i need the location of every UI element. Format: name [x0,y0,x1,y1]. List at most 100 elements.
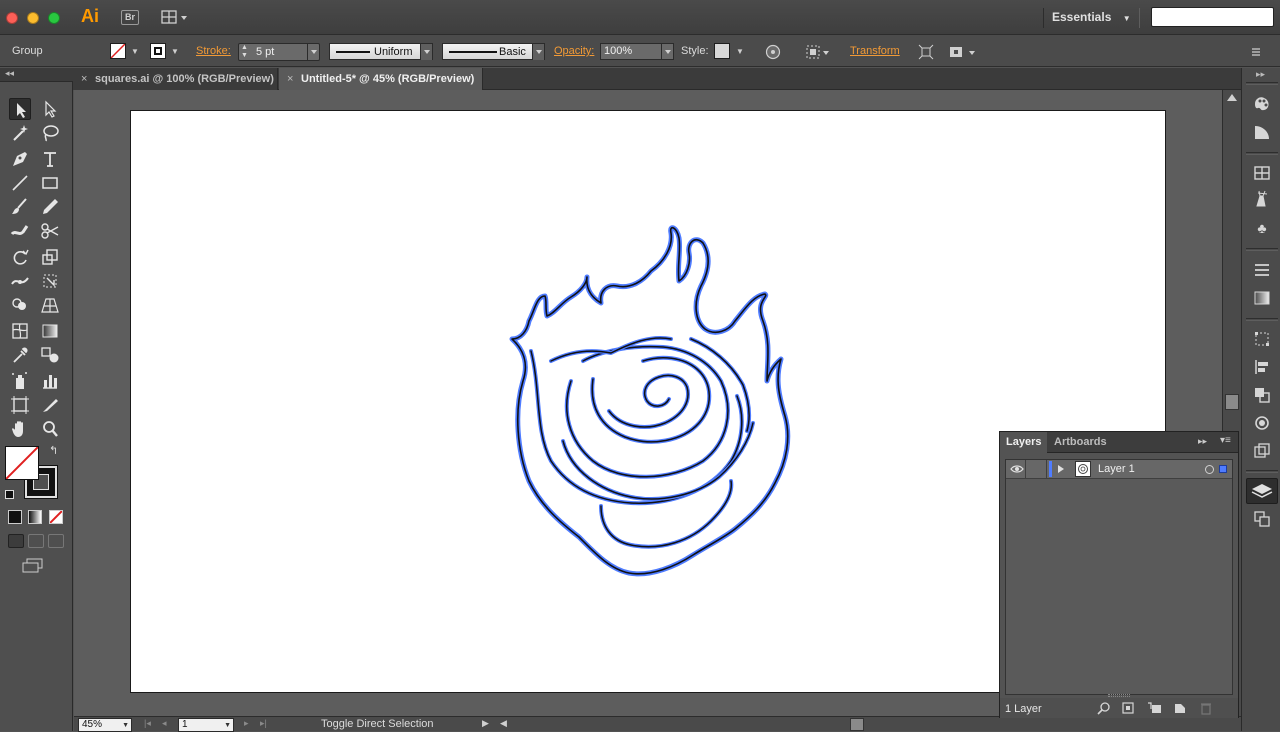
previous-artboard-icon[interactable]: ◂ [162,718,167,729]
first-artboard-icon[interactable]: |◂ [144,718,151,729]
variable-width-profile-dropdown[interactable]: Uniform [329,43,433,60]
appearance-icon[interactable] [1252,414,1272,432]
zoom-tool[interactable] [39,418,61,440]
line-segment-tool[interactable] [9,172,31,194]
selection-indicator-icon[interactable] [1219,465,1227,473]
chevron-down-icon[interactable] [420,44,432,60]
minimize-window-button[interactable] [27,12,39,24]
arrange-documents-button[interactable] [161,10,189,26]
recolor-artwork-icon[interactable] [765,44,781,60]
artboards-panel-icon[interactable] [1252,510,1272,528]
fill-color-box[interactable] [5,446,39,480]
isolate-selected-object-icon[interactable] [918,44,934,60]
perspective-grid-tool[interactable] [39,294,61,316]
tools-panel-header[interactable]: ◂◂ [0,68,73,82]
stroke-swatch[interactable] [150,43,166,59]
zoom-window-button[interactable] [48,12,60,24]
scale-tool[interactable] [39,246,61,268]
blob-brush-tool[interactable] [9,220,31,242]
default-fill-stroke-icon[interactable] [5,490,14,499]
color-guide-icon[interactable] [1252,95,1272,113]
panel-menu-icon[interactable] [1248,44,1264,60]
horizontal-scroll-left-icon[interactable]: ◀ [500,718,507,729]
style-dropdown-arrow[interactable]: ▼ [732,44,748,60]
resize-grip-icon[interactable] [1108,694,1130,697]
make-clipping-mask-icon[interactable] [1121,701,1135,718]
status-menu-arrow-icon[interactable]: ▶ [482,718,489,729]
layer-name[interactable]: Layer 1 [1098,463,1135,475]
transform-panel-link[interactable]: Transform [850,45,900,57]
isolation-mode-icon[interactable] [948,44,978,60]
workspace-switcher[interactable]: Essentials ▼ [1043,8,1140,28]
free-transform-tool[interactable] [39,270,61,292]
create-sublayer-icon[interactable] [1147,701,1163,718]
gradient-mode-button[interactable] [28,510,42,524]
hand-tool[interactable] [9,418,31,440]
shape-builder-tool[interactable] [9,294,31,316]
paintbrush-tool[interactable] [9,196,31,218]
pencil-tool[interactable] [39,196,61,218]
delete-layer-icon[interactable] [1199,701,1213,718]
search-input[interactable] [1151,7,1274,27]
scroll-up-arrow-icon[interactable] [1227,94,1237,101]
align-options-icon[interactable] [806,44,830,60]
close-tab-icon[interactable]: × [81,68,87,90]
layers-panel-dock-button[interactable] [1246,478,1278,504]
lasso-tool[interactable] [39,122,61,144]
selection-tool[interactable] [9,98,31,120]
gradient-panel-icon[interactable] [1252,289,1272,307]
chevron-down-icon[interactable] [307,44,319,60]
none-mode-button[interactable] [49,510,63,524]
lock-toggle[interactable] [1027,460,1047,478]
change-screen-mode-icon[interactable] [22,558,44,574]
chevron-down-icon[interactable]: ▼ [224,720,231,732]
opacity-field[interactable]: 100% [600,43,674,60]
draw-normal-icon[interactable] [8,534,24,548]
locate-object-icon[interactable] [1097,701,1111,718]
eyedropper-tool[interactable] [9,344,31,366]
chevron-down-icon[interactable] [532,44,544,60]
gradient-tool[interactable] [39,320,61,342]
last-artboard-icon[interactable]: ▸| [260,718,267,729]
horizontal-scrollbar-thumb[interactable] [850,718,864,731]
zoom-level-field[interactable]: 45% ▼ [78,718,132,732]
create-new-layer-icon[interactable] [1173,701,1187,718]
swatches-icon[interactable] [1252,164,1272,182]
stroke-panel-icon[interactable] [1252,261,1272,279]
stroke-dropdown-arrow[interactable]: ▼ [167,44,183,60]
align-panel-icon[interactable] [1252,358,1272,376]
blend-tool[interactable] [39,344,61,366]
tab-untitled-5[interactable]: × Untitled-5* @ 45% (RGB/Preview) [279,68,483,90]
slice-tool[interactable] [39,394,61,416]
direct-selection-tool[interactable] [39,98,61,120]
column-graph-tool[interactable] [39,370,61,392]
layer-row[interactable]: Layer 1 [1006,460,1232,479]
stroke-weight-stepper[interactable]: ▲ ▼ 5 pt [238,43,320,61]
symbol-sprayer-tool[interactable] [9,370,31,392]
brushes-icon[interactable] [1252,190,1272,208]
pen-tool[interactable] [9,148,31,170]
pathfinder-icon[interactable] [1252,386,1272,404]
stepper-arrows-icon[interactable]: ▲ ▼ [241,44,248,60]
fill-dropdown-arrow[interactable]: ▼ [127,44,143,60]
brush-definition-dropdown[interactable]: Basic [442,43,545,60]
collapse-panel-icon[interactable]: ◂◂ [5,68,14,79]
mesh-tool[interactable] [9,320,31,342]
tab-artboards[interactable]: Artboards [1048,432,1113,453]
go-to-bridge-button[interactable]: Br [121,10,139,25]
type-tool[interactable] [39,148,61,170]
rotate-tool[interactable] [9,246,31,268]
inner-petal-paths[interactable] [529,336,755,549]
fill-stroke-widget[interactable]: ↰ [5,445,61,500]
transform-panel-icon[interactable] [1252,330,1272,348]
graphic-style-swatch[interactable] [714,43,730,59]
fill-swatch[interactable] [110,43,126,59]
close-window-button[interactable] [6,12,18,24]
target-circle-icon[interactable] [1205,465,1214,474]
magic-wand-tool[interactable] [9,122,31,144]
scrollbar-thumb[interactable] [1225,394,1239,410]
rectangle-tool[interactable] [39,172,61,194]
graphic-styles-icon[interactable] [1252,442,1272,460]
scissors-tool[interactable] [39,220,61,242]
opacity-panel-link[interactable]: Opacity: [554,45,594,57]
